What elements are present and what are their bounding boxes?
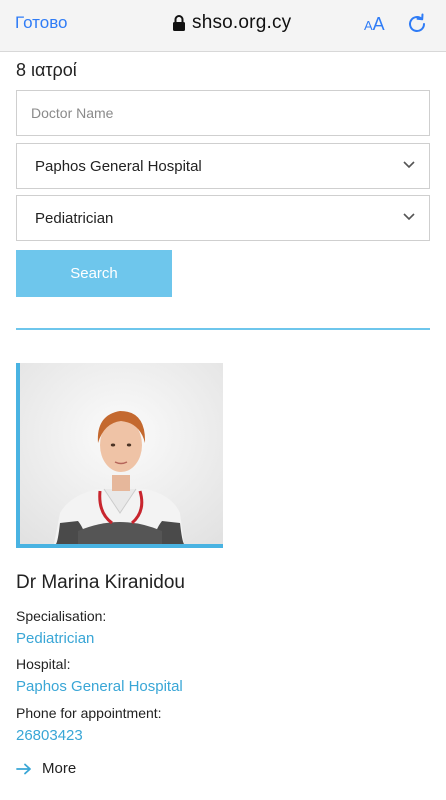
doctor-name-input[interactable] xyxy=(17,91,429,135)
section-divider xyxy=(16,328,430,330)
phone-label: Phone for appointment: xyxy=(16,705,162,721)
chevron-down-icon xyxy=(403,213,415,221)
doctor-name: Dr Marina Kiranidou xyxy=(16,572,185,593)
hospital-label: Hospital: xyxy=(16,656,71,672)
specialty-select[interactable]: Pediatrician xyxy=(16,195,430,241)
address-bar[interactable]: shso.org.cy xyxy=(172,12,291,34)
specialisation-label: Specialisation: xyxy=(16,608,107,624)
search-button[interactable]: Search xyxy=(16,250,172,297)
hospital-link[interactable]: Paphos General Hospital xyxy=(16,678,183,695)
text-size-button[interactable]: AA xyxy=(364,14,385,35)
arrow-right-icon xyxy=(16,763,31,774)
reload-icon[interactable] xyxy=(405,12,429,36)
done-button[interactable]: Готово xyxy=(15,13,68,33)
text-size-small-glyph: A xyxy=(364,18,373,33)
lock-icon xyxy=(173,15,185,31)
hospital-select[interactable]: Paphos General Hospital xyxy=(16,143,430,189)
more-label: More xyxy=(42,760,77,777)
text-size-big-glyph: A xyxy=(372,14,385,34)
results-count: 8 ιατροί xyxy=(16,60,77,80)
specialisation-link[interactable]: Pediatrician xyxy=(16,630,94,647)
doctor-name-field[interactable] xyxy=(16,90,430,136)
doctor-photo xyxy=(16,363,223,548)
specialty-select-value: Pediatrician xyxy=(35,210,114,227)
chevron-down-icon xyxy=(403,161,415,169)
hospital-select-value: Paphos General Hospital xyxy=(35,158,202,175)
browser-toolbar: Готово shso.org.cy AA xyxy=(0,0,446,52)
phone-link[interactable]: 26803423 xyxy=(16,727,83,744)
url-text: shso.org.cy xyxy=(192,12,292,33)
more-link[interactable]: More xyxy=(16,760,76,777)
